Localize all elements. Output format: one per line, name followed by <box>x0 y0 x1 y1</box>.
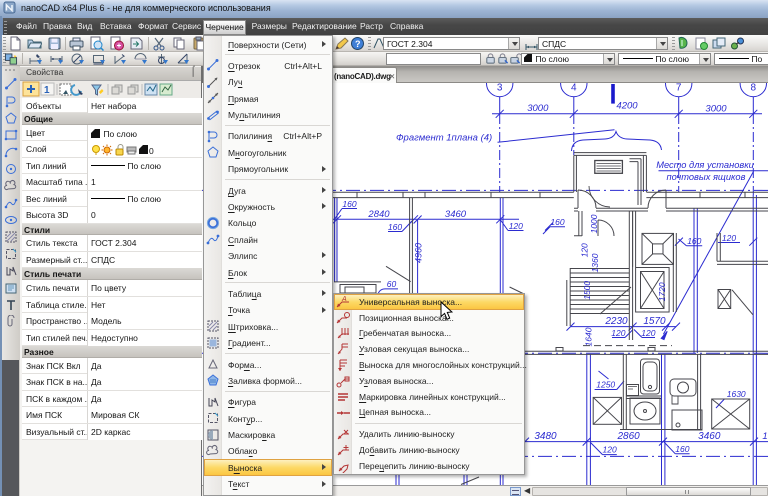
svg-text:1570: 1570 <box>643 316 666 327</box>
svg-text:1250: 1250 <box>596 380 615 390</box>
svg-text:1360: 1360 <box>590 253 600 272</box>
svg-text:120: 120 <box>611 328 625 338</box>
svg-text:1630: 1630 <box>727 389 746 399</box>
svg-text:3: 3 <box>497 83 503 94</box>
svg-text:почтовых ящиков: почтовых ящиков <box>667 172 746 182</box>
svg-text:Фрагмент 1плана (4): Фрагмент 1плана (4) <box>396 133 492 144</box>
svg-text:7: 7 <box>676 83 682 94</box>
svg-text:1: 1 <box>44 85 50 96</box>
svg-text:1: 1 <box>762 431 767 442</box>
svg-text:120: 120 <box>722 233 736 243</box>
svg-text:2230: 2230 <box>604 316 628 327</box>
svg-text:8: 8 <box>751 83 757 94</box>
svg-text:120: 120 <box>509 221 523 231</box>
svg-text:1000: 1000 <box>589 214 599 233</box>
svg-text:?: ? <box>355 39 361 49</box>
svg-text:160: 160 <box>675 444 689 454</box>
svg-text:3000: 3000 <box>705 104 727 115</box>
svg-text:A: A <box>341 296 347 303</box>
svg-text:120: 120 <box>641 328 655 338</box>
svg-text:3460: 3460 <box>445 209 467 220</box>
svg-text:1720: 1720 <box>657 282 667 301</box>
svg-text:2840: 2840 <box>367 209 390 220</box>
svg-text:160: 160 <box>687 236 701 246</box>
svg-text:4: 4 <box>571 83 577 94</box>
svg-text:4960: 4960 <box>414 243 424 263</box>
svg-text:160: 160 <box>342 199 356 209</box>
svg-text:160: 160 <box>388 222 402 232</box>
svg-text:2860: 2860 <box>616 431 640 442</box>
svg-text:3480: 3480 <box>534 431 557 442</box>
svg-text:4200: 4200 <box>616 101 638 112</box>
svg-text:120: 120 <box>580 243 590 257</box>
svg-text:60: 60 <box>387 279 397 289</box>
svg-text:120: 120 <box>603 445 617 455</box>
svg-text:160: 160 <box>550 217 564 227</box>
svg-text:3460: 3460 <box>698 431 721 442</box>
svg-text:1640: 1640 <box>584 327 594 346</box>
svg-text:1500: 1500 <box>582 281 592 300</box>
svg-text:3000: 3000 <box>527 103 549 114</box>
svg-text:Место для установки: Место для установки <box>656 160 754 170</box>
